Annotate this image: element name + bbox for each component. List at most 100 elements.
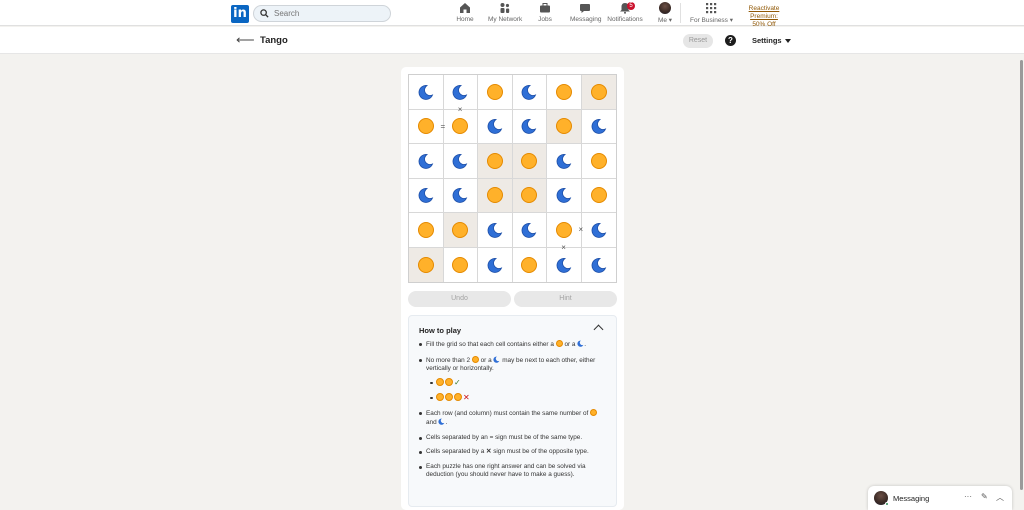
board-cell[interactable] <box>581 247 616 282</box>
board-cell[interactable] <box>409 178 444 213</box>
board-cell[interactable] <box>478 178 513 213</box>
compose-icon[interactable]: ✎ <box>981 492 988 501</box>
board-cell[interactable] <box>409 144 444 179</box>
more-options-icon[interactable]: ··· <box>964 492 972 501</box>
messaging-dock[interactable]: Messaging ··· ✎ ︿ <box>868 486 1012 510</box>
nav-me[interactable]: Me ▾ <box>655 2 675 24</box>
sun-icon <box>417 221 434 238</box>
moon-icon <box>452 84 468 100</box>
board-cell[interactable] <box>581 109 616 144</box>
sun-icon <box>486 187 503 204</box>
board-cell[interactable] <box>409 75 444 110</box>
moon-icon <box>452 187 468 204</box>
board-cell[interactable] <box>512 75 547 110</box>
nav-jobs[interactable]: Jobs <box>537 2 553 24</box>
online-status-icon <box>885 502 889 506</box>
moon-icon <box>487 118 503 135</box>
network-icon <box>488 2 522 15</box>
board-cell[interactable] <box>478 75 513 110</box>
board-cell[interactable] <box>478 213 513 248</box>
board-cell[interactable] <box>409 213 444 248</box>
board-cell[interactable] <box>478 247 513 282</box>
sun-icon <box>452 221 469 238</box>
moon-icon <box>521 84 537 100</box>
moon-icon <box>452 153 468 169</box>
board-cell[interactable] <box>581 75 616 110</box>
home-icon <box>455 2 475 15</box>
sun-icon <box>590 152 607 169</box>
board-cell[interactable] <box>409 247 444 282</box>
sun-icon <box>445 377 453 386</box>
moon-icon <box>418 187 434 204</box>
nav-for-business-label: For Business ▾ <box>690 17 734 24</box>
help-icon[interactable]: ? <box>725 35 736 46</box>
board-cell[interactable] <box>581 178 616 213</box>
board-cell[interactable] <box>478 109 513 144</box>
rule-item: Fill the grid so that each cell contains… <box>419 340 609 349</box>
board-cell[interactable] <box>581 213 616 248</box>
settings-dropdown[interactable]: Settings <box>752 36 791 45</box>
board-cell[interactable] <box>547 75 582 110</box>
sun-icon <box>555 118 572 135</box>
board-cell[interactable] <box>443 213 478 248</box>
board-cell[interactable] <box>547 247 582 282</box>
chevron-up-icon[interactable]: ︿ <box>996 492 1004 503</box>
page-title: Tango <box>260 35 288 46</box>
how-to-play-title: How to play <box>419 326 462 335</box>
moon-icon <box>521 222 537 238</box>
board-cell[interactable] <box>512 144 547 179</box>
moon-icon <box>577 340 584 347</box>
moon-icon <box>521 118 537 135</box>
board-cell[interactable] <box>512 109 547 144</box>
nav-notifications[interactable]: 5 Notifications <box>607 2 643 24</box>
board-cell[interactable] <box>443 178 478 213</box>
moon-icon <box>556 153 572 169</box>
board-cell[interactable] <box>443 144 478 179</box>
back-arrow-icon[interactable]: ⟵ <box>236 33 255 47</box>
nav-for-business[interactable]: For Business ▾ <box>690 2 734 24</box>
board-cell[interactable] <box>547 178 582 213</box>
board-cell[interactable] <box>512 213 547 248</box>
moon-icon <box>438 418 445 425</box>
moon-icon <box>591 257 607 273</box>
nav-home[interactable]: Home <box>455 2 475 24</box>
hint-button[interactable]: Hint <box>514 291 617 307</box>
search-input[interactable] <box>274 9 384 18</box>
sun-icon <box>590 187 607 204</box>
nav-my-network[interactable]: My Network <box>488 2 522 24</box>
nav-jobs-label: Jobs <box>538 16 552 23</box>
board-cell[interactable] <box>547 144 582 179</box>
board-cell[interactable] <box>478 144 513 179</box>
board-cell[interactable] <box>581 144 616 179</box>
rule-5-text: Cells separated by a <box>426 448 485 455</box>
board-cell[interactable] <box>512 178 547 213</box>
jobs-icon <box>537 2 553 15</box>
game-header: ⟵ Tango Reset ? Settings <box>0 27 1024 54</box>
global-nav: in Home My Network Jobs Messaging 5 Noti… <box>0 0 1024 29</box>
rule-2-or: or a <box>480 356 492 364</box>
rule-1-or: or a <box>564 341 576 348</box>
moon-icon <box>418 153 434 169</box>
board-cell[interactable] <box>547 109 582 144</box>
search-box[interactable] <box>253 5 391 22</box>
sun-icon <box>521 152 538 169</box>
messaging-icon <box>570 2 600 15</box>
board-cell[interactable] <box>409 109 444 144</box>
linkedin-logo[interactable]: in <box>231 5 249 23</box>
nav-messaging-label: Messaging <box>570 16 602 23</box>
example-valid: ✓ <box>430 377 609 388</box>
board-cell[interactable] <box>512 247 547 282</box>
board-cell[interactable] <box>443 247 478 282</box>
page-scrollbar[interactable] <box>1020 60 1023 490</box>
rule-item: No more than 2 or a may be next to each … <box>419 355 609 403</box>
sun-icon <box>590 409 598 416</box>
reactivate-premium-link[interactable]: Reactivate Premium: 50% Off <box>736 5 792 29</box>
undo-button[interactable]: Undo <box>408 291 511 307</box>
search-icon <box>260 9 269 18</box>
chevron-up-icon[interactable] <box>593 324 604 335</box>
reset-button[interactable]: Reset <box>683 34 713 48</box>
nav-messaging[interactable]: Messaging <box>570 2 602 24</box>
rules-list: Fill the grid so that each cell contains… <box>419 340 609 485</box>
bell-icon: 5 <box>618 2 635 15</box>
board-cell[interactable] <box>443 109 478 144</box>
